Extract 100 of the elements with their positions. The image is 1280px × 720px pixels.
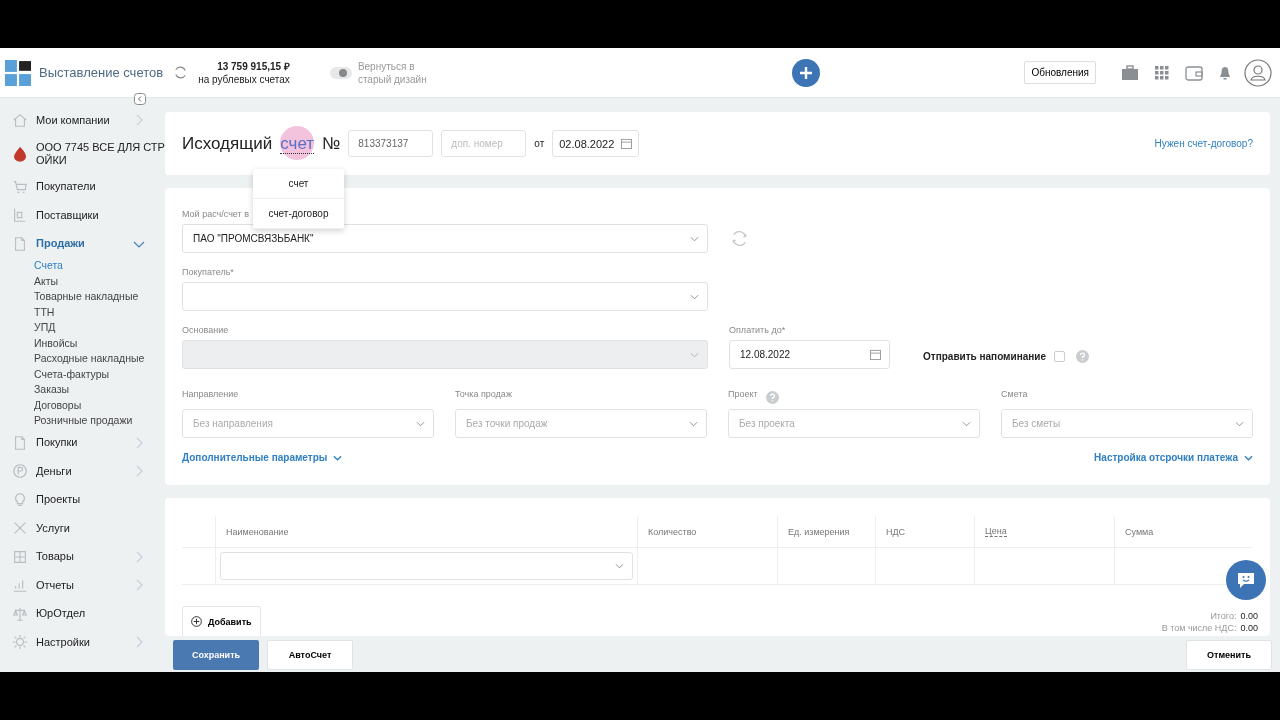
- sidebar-item[interactable]: Отчеты: [0, 571, 165, 600]
- from-label: от: [534, 138, 545, 149]
- calendar-icon: [870, 349, 881, 360]
- refresh-icon[interactable]: [173, 65, 189, 80]
- cancel-button[interactable]: Отменить: [1186, 640, 1272, 670]
- caret-icon: [416, 420, 425, 427]
- payment-deferral-link[interactable]: Настройка отсрочки платежа: [1094, 452, 1238, 463]
- field-label: Оплатить до*: [729, 325, 787, 335]
- add-item-button[interactable]: Добавить: [182, 606, 261, 636]
- caret-icon: [690, 351, 699, 358]
- sidebar-subitem[interactable]: Акты: [34, 273, 165, 289]
- autoinvoice-button[interactable]: АвтоСчет: [267, 640, 353, 670]
- sidebar-subitem[interactable]: Инвойсы: [34, 335, 165, 351]
- sidebar-subitem[interactable]: Счета-фактуры: [34, 366, 165, 382]
- caret-icon: [962, 420, 971, 427]
- bell-icon[interactable]: [1219, 65, 1231, 80]
- click-highlight: [280, 125, 315, 160]
- column-header: Сумма: [1125, 526, 1154, 537]
- column-header: НДС: [886, 526, 906, 537]
- sidebar-item[interactable]: Деньги: [0, 457, 165, 486]
- reminder-checkbox[interactable]: [1054, 351, 1066, 362]
- chevron-down-icon: [1244, 454, 1253, 461]
- calendar-icon: [621, 138, 633, 149]
- sidebar-item[interactable]: Мои компании: [0, 106, 165, 135]
- field-label: Точка продаж: [455, 389, 512, 399]
- sidebar-subitem[interactable]: УПД: [34, 320, 165, 336]
- sidebar-item[interactable]: Покупатели: [0, 172, 165, 201]
- briefcase-icon[interactable]: [1121, 64, 1139, 81]
- save-button[interactable]: Сохранить: [173, 640, 259, 670]
- caret-icon: [689, 420, 698, 427]
- sidebar-subitem[interactable]: ТТН: [34, 304, 165, 320]
- number-field[interactable]: 813373137: [348, 130, 434, 157]
- total-label: Итого:: [1210, 611, 1237, 621]
- caret-icon: [1235, 420, 1244, 427]
- reminder-label: Отправить напоминание: [923, 351, 1047, 362]
- sidebar-subitem[interactable]: Счета: [34, 258, 165, 274]
- home-icon: [12, 112, 28, 129]
- plus-icon: [798, 64, 815, 81]
- pay-by-date-field[interactable]: 12.08.2022: [729, 340, 890, 369]
- gear-icon: [12, 634, 28, 651]
- more-params-link[interactable]: Дополнительные параметры: [182, 452, 328, 463]
- extra-number-field[interactable]: доп. номер: [441, 130, 527, 157]
- apps-grid-icon[interactable]: [1155, 65, 1169, 80]
- sidebar-item[interactable]: Проекты: [0, 485, 165, 514]
- sidebar-subitem[interactable]: Товарные накладные: [34, 289, 165, 305]
- sidebar-item[interactable]: Товары: [0, 542, 165, 571]
- column-header: Наименование: [226, 526, 289, 537]
- date-field[interactable]: 02.08.2022: [552, 130, 640, 157]
- total-value: 0.00: [1240, 611, 1258, 621]
- old-design-toggle[interactable]: [329, 66, 352, 79]
- sidebar-item[interactable]: Поставщики: [0, 201, 165, 230]
- updates-button[interactable]: Обновления: [1024, 61, 1096, 84]
- sidebar-subitem[interactable]: Расходные накладные: [34, 351, 165, 367]
- app-title: Выставление счетов: [39, 65, 164, 80]
- sidebar-item[interactable]: Покупки: [0, 428, 165, 457]
- document-icon: [12, 434, 28, 451]
- sidebar-subitem[interactable]: Заказы: [34, 382, 165, 398]
- sync-icon[interactable]: [730, 229, 749, 248]
- chat-bubble-icon: [1236, 570, 1256, 590]
- caret-icon: [690, 235, 699, 242]
- balance-amount: 13 759 915,15 ₽: [217, 59, 290, 73]
- field-label: Покупатель*: [182, 267, 234, 277]
- lightbulb-icon: [12, 491, 28, 508]
- column-header: Ед. измерения: [788, 526, 850, 537]
- ruble-coin-icon: [12, 463, 28, 480]
- sidebar-item[interactable]: Настройки: [0, 628, 165, 657]
- chevron-down-icon: [333, 454, 343, 461]
- old-design-label: Вернуться в старый дизайн: [357, 59, 428, 86]
- total-value: 0.00: [1240, 623, 1258, 633]
- contract-link[interactable]: Нужен счет-договор?: [1154, 138, 1253, 149]
- logo-icon[interactable]: [5, 59, 31, 86]
- add-button[interactable]: [792, 58, 821, 87]
- cart-icon: [12, 178, 28, 195]
- user-avatar-icon[interactable]: [1244, 58, 1272, 87]
- field-label: Основание: [182, 325, 230, 335]
- sidebar-subitem[interactable]: Розничные продажи: [34, 413, 165, 429]
- field-label: Направление: [182, 389, 239, 399]
- sidebar-subitem[interactable]: Договоры: [34, 397, 165, 413]
- column-header: Цена: [985, 526, 1007, 538]
- total-label: В том числе НДС:: [1161, 623, 1237, 633]
- field-label: Проект: [728, 389, 758, 399]
- wallet-icon[interactable]: [1185, 64, 1203, 81]
- sidebar-item[interactable]: ЮрОтдел: [0, 599, 165, 628]
- field-label: Смета: [1001, 389, 1028, 399]
- collapse-sidebar-icon[interactable]: [134, 93, 146, 105]
- sidebar-item[interactable]: ООО 7745 ВСЕ ДЛЯ СТР ОЙКИ: [0, 134, 165, 173]
- company-logo-icon: [12, 145, 28, 162]
- sidebar-item[interactable]: Услуги: [0, 514, 165, 543]
- box-icon: [12, 548, 28, 565]
- number-sign: №: [322, 133, 341, 154]
- plus-circle-icon: [191, 616, 202, 627]
- field-label: Мой расч/счет в: [182, 209, 249, 219]
- column-header: Количество: [648, 526, 697, 537]
- sidebar-item[interactable]: Продажи: [0, 229, 165, 258]
- balance-caption: на рублевых счетах: [198, 72, 290, 86]
- document-icon: [12, 235, 28, 252]
- caret-icon: [690, 293, 699, 300]
- caret-icon: [615, 563, 624, 570]
- account-select[interactable]: ПАО "ПРОМСВЯЗЬБАНК": [182, 224, 708, 253]
- scales-icon: [12, 605, 28, 622]
